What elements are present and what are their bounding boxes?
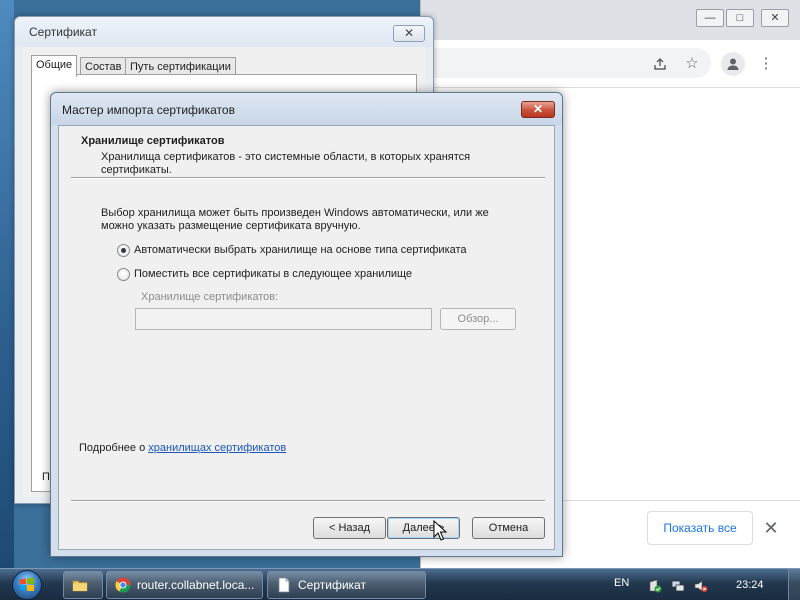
wizard-client-area: Хранилище сертификатов Хранилища сертифи… (58, 125, 555, 550)
certificate-window-title: Сертификат (29, 25, 97, 39)
clock[interactable]: 23:24 (736, 579, 764, 591)
certificate-icon (278, 577, 290, 593)
manual-store-label: Поместить все сертификаты в следующее хр… (134, 268, 413, 280)
windows-logo-icon (20, 578, 34, 591)
more-info-link[interactable]: хранилищах сертификатов (148, 442, 286, 454)
footer-divider (71, 500, 545, 502)
chrome-icon (115, 577, 131, 593)
wizard-header-title: Хранилище сертификатов (81, 135, 225, 147)
wizard-titlebar: Мастер импорта сертификатов ✕ (51, 93, 562, 125)
share-icon[interactable] (648, 52, 672, 76)
wizard-title: Мастер импорта сертификатов (62, 103, 235, 117)
header-divider (71, 177, 545, 179)
auto-store-label: Автоматически выбрать хранилище на основ… (134, 244, 467, 256)
tab-general[interactable]: Общие (31, 55, 78, 77)
taskbar-chrome-label: router.collabnet.loca... (137, 578, 255, 592)
certificate-partial-label: П (42, 471, 50, 483)
more-info-text: Подробнее о хранилищах сертификатов (79, 442, 286, 454)
show-all-button[interactable]: Показать все (647, 511, 753, 545)
next-button[interactable]: Далее > (387, 517, 460, 539)
wizard-close-button[interactable]: ✕ (521, 101, 555, 118)
taskbar-chrome[interactable]: router.collabnet.loca... (106, 571, 263, 599)
certificate-titlebar: Сертификат ✕ (15, 17, 433, 47)
store-field (135, 308, 432, 330)
close-icon[interactable]: ✕ (759, 516, 783, 540)
taskbar: router.collabnet.loca... Сертификат EN 2… (0, 568, 800, 600)
wizard-header: Хранилище сертификатов Хранилища сертифи… (59, 126, 554, 176)
browser-toolbar: ☆ ⋮ (421, 40, 800, 88)
start-button[interactable] (8, 569, 48, 600)
wizard-header-description: Хранилища сертификатов - это системные о… (101, 151, 471, 176)
taskbar-certificate-label: Сертификат (298, 578, 366, 592)
show-desktop-button[interactable] (788, 569, 800, 600)
account-icon[interactable] (721, 52, 745, 76)
certificate-close-button[interactable]: ✕ (393, 25, 425, 42)
network-icon[interactable] (671, 579, 685, 593)
volume-muted-icon[interactable] (694, 579, 708, 593)
wizard-body-text: Выбор хранилища может быть произведен Wi… (101, 207, 489, 232)
taskbar-certificate[interactable]: Сертификат (267, 571, 426, 599)
back-button[interactable]: < Назад (313, 517, 386, 539)
auto-store-radio[interactable] (117, 244, 130, 257)
action-center-icon[interactable] (648, 579, 662, 593)
more-info-prefix: Подробнее о (79, 442, 149, 454)
desktop-background (0, 0, 14, 568)
star-icon[interactable]: ☆ (680, 52, 704, 76)
cancel-button[interactable]: Отмена (472, 517, 545, 539)
menu-icon[interactable]: ⋮ (754, 52, 778, 76)
browser-close-button[interactable]: ✕ (761, 9, 789, 27)
manual-store-radio[interactable] (117, 268, 130, 281)
browser-titlebar: — □ ✕ (421, 0, 800, 40)
taskbar-explorer[interactable] (63, 571, 103, 599)
mouse-cursor-icon (433, 520, 447, 541)
explorer-folder-icon (72, 580, 88, 592)
browse-button: Обзор... (440, 308, 516, 330)
store-field-label: Хранилище сертификатов: (141, 291, 279, 303)
language-indicator[interactable]: EN (614, 577, 629, 589)
restore-button[interactable]: □ (726, 9, 754, 27)
minimize-button[interactable]: — (696, 9, 724, 27)
import-wizard-dialog: Мастер импорта сертификатов ✕ Хранилище … (50, 92, 563, 557)
